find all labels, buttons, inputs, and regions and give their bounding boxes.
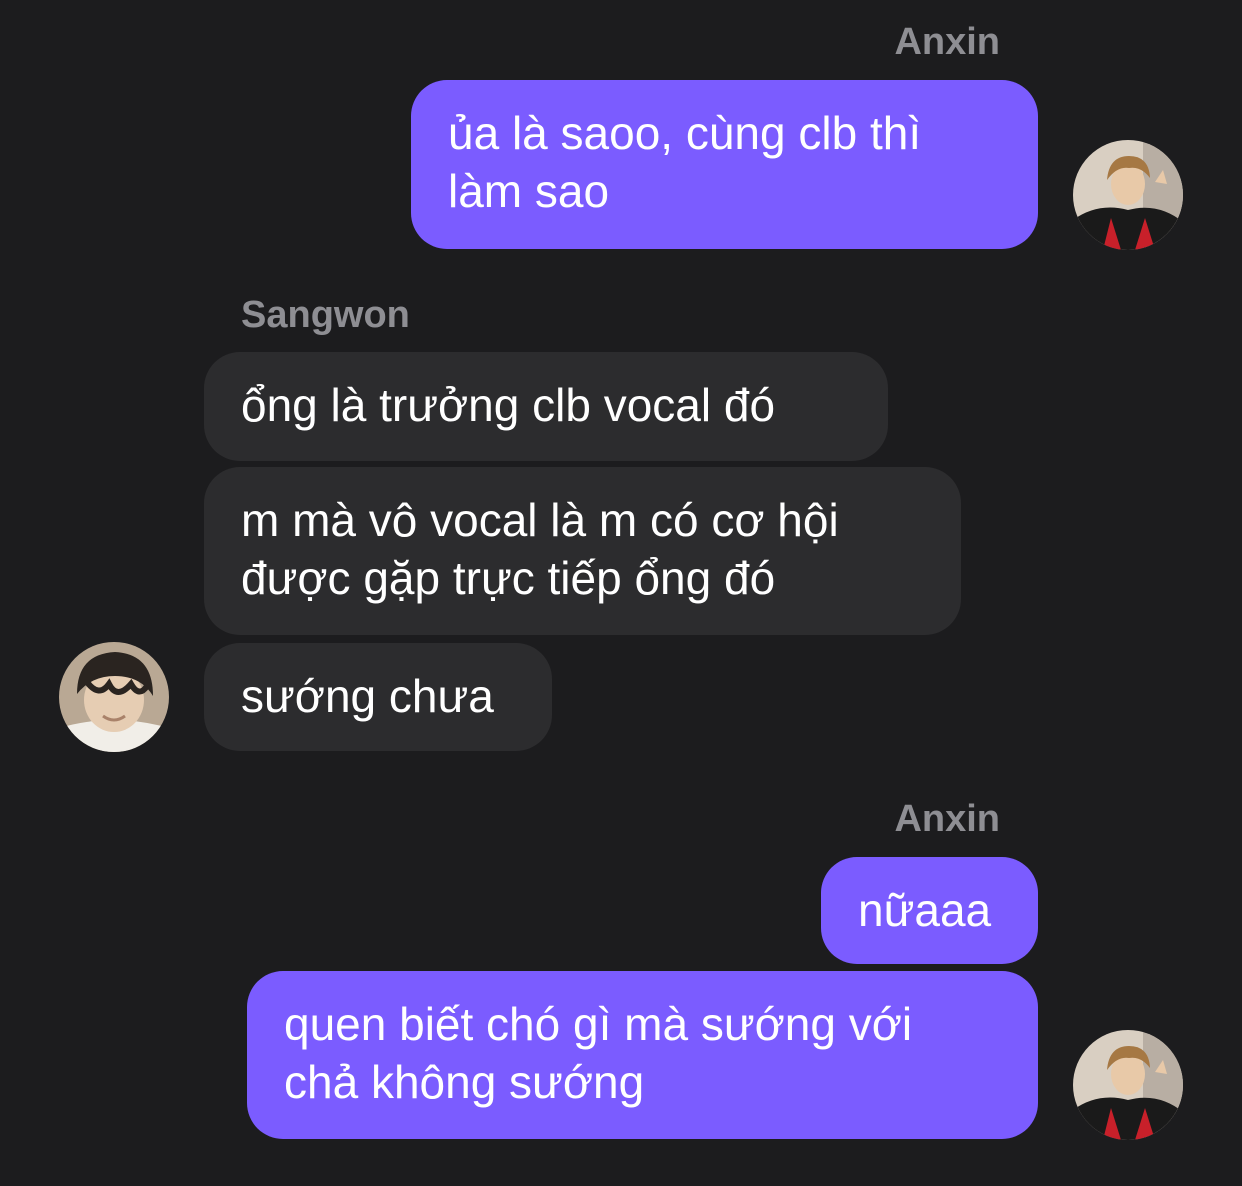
avatar-photo-icon — [1073, 1030, 1183, 1140]
avatar-photo-icon — [59, 642, 169, 752]
message-bubble-outgoing[interactable]: ủa là saoo, cùng clb thì làm sao — [411, 80, 1038, 249]
chat-thread: Anxin ủa là saoo, cùng clb thì làm sao S… — [0, 0, 1242, 1186]
sender-name-sangwon: Sangwon — [241, 294, 410, 336]
sender-name-anxin: Anxin — [894, 798, 1000, 840]
sender-name-anxin: Anxin — [894, 21, 1000, 63]
message-bubble-incoming[interactable]: ổng là trưởng clb vocal đó — [204, 352, 888, 461]
avatar-sangwon[interactable] — [59, 642, 169, 752]
avatar-photo-icon — [1073, 140, 1183, 250]
message-bubble-outgoing[interactable]: quen biết chó gì mà sướng với chả không … — [247, 971, 1038, 1139]
avatar-anxin[interactable] — [1073, 1030, 1183, 1140]
avatar-anxin[interactable] — [1073, 140, 1183, 250]
message-bubble-incoming[interactable]: sướng chưa — [204, 643, 552, 751]
message-bubble-outgoing[interactable]: nữaaa — [821, 857, 1038, 964]
message-bubble-incoming[interactable]: m mà vô vocal là m có cơ hội được gặp tr… — [204, 467, 961, 635]
